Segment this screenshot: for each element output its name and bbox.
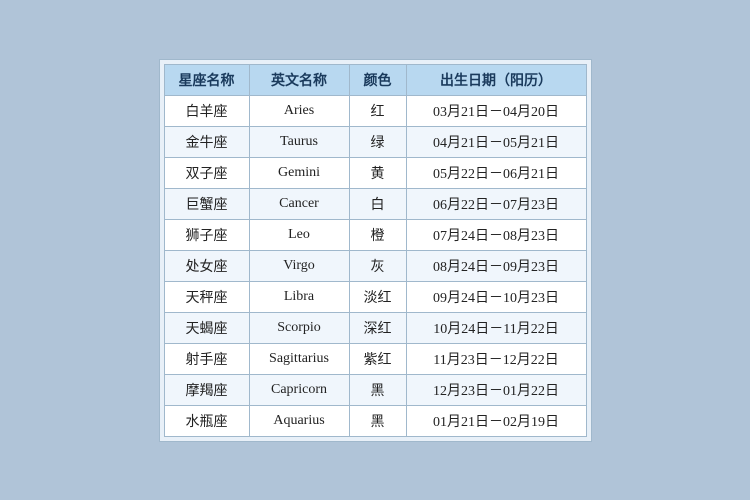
cell-zh: 双子座	[164, 157, 249, 188]
cell-zh: 摩羯座	[164, 374, 249, 405]
cell-date: 08月24日－09月23日	[406, 250, 586, 281]
cell-en: Gemini	[249, 157, 349, 188]
cell-en: Libra	[249, 281, 349, 312]
cell-zh: 金牛座	[164, 126, 249, 157]
cell-color: 黑	[349, 405, 406, 436]
zodiac-table-container: 星座名称 英文名称 颜色 出生日期（阳历） 白羊座Aries红03月21日－04…	[159, 59, 592, 442]
cell-date: 06月22日－07月23日	[406, 188, 586, 219]
cell-en: Aquarius	[249, 405, 349, 436]
cell-color: 灰	[349, 250, 406, 281]
cell-zh: 狮子座	[164, 219, 249, 250]
cell-en: Sagittarius	[249, 343, 349, 374]
cell-en: Capricorn	[249, 374, 349, 405]
cell-date: 01月21日－02月19日	[406, 405, 586, 436]
cell-date: 05月22日－06月21日	[406, 157, 586, 188]
table-row: 双子座Gemini黄05月22日－06月21日	[164, 157, 586, 188]
cell-zh: 天蝎座	[164, 312, 249, 343]
header-en: 英文名称	[249, 64, 349, 95]
cell-en: Taurus	[249, 126, 349, 157]
cell-color: 淡红	[349, 281, 406, 312]
cell-color: 紫红	[349, 343, 406, 374]
table-row: 巨蟹座Cancer白06月22日－07月23日	[164, 188, 586, 219]
table-row: 处女座Virgo灰08月24日－09月23日	[164, 250, 586, 281]
cell-en: Cancer	[249, 188, 349, 219]
cell-date: 07月24日－08月23日	[406, 219, 586, 250]
cell-color: 绿	[349, 126, 406, 157]
cell-color: 红	[349, 95, 406, 126]
cell-color: 橙	[349, 219, 406, 250]
cell-en: Virgo	[249, 250, 349, 281]
cell-date: 10月24日－11月22日	[406, 312, 586, 343]
cell-zh: 水瓶座	[164, 405, 249, 436]
table-row: 水瓶座Aquarius黑01月21日－02月19日	[164, 405, 586, 436]
table-row: 天秤座Libra淡红09月24日－10月23日	[164, 281, 586, 312]
cell-zh: 巨蟹座	[164, 188, 249, 219]
header-date: 出生日期（阳历）	[406, 64, 586, 95]
cell-zh: 射手座	[164, 343, 249, 374]
table-header-row: 星座名称 英文名称 颜色 出生日期（阳历）	[164, 64, 586, 95]
cell-color: 白	[349, 188, 406, 219]
header-color: 颜色	[349, 64, 406, 95]
cell-zh: 处女座	[164, 250, 249, 281]
table-row: 金牛座Taurus绿04月21日－05月21日	[164, 126, 586, 157]
cell-color: 黄	[349, 157, 406, 188]
table-row: 白羊座Aries红03月21日－04月20日	[164, 95, 586, 126]
table-row: 摩羯座Capricorn黑12月23日－01月22日	[164, 374, 586, 405]
cell-zh: 天秤座	[164, 281, 249, 312]
table-row: 射手座Sagittarius紫红11月23日－12月22日	[164, 343, 586, 374]
cell-date: 04月21日－05月21日	[406, 126, 586, 157]
table-row: 天蝎座Scorpio深红10月24日－11月22日	[164, 312, 586, 343]
cell-en: Scorpio	[249, 312, 349, 343]
cell-date: 12月23日－01月22日	[406, 374, 586, 405]
cell-color: 深红	[349, 312, 406, 343]
cell-en: Leo	[249, 219, 349, 250]
cell-date: 09月24日－10月23日	[406, 281, 586, 312]
zodiac-table: 星座名称 英文名称 颜色 出生日期（阳历） 白羊座Aries红03月21日－04…	[164, 64, 587, 437]
cell-color: 黑	[349, 374, 406, 405]
cell-date: 11月23日－12月22日	[406, 343, 586, 374]
header-zh: 星座名称	[164, 64, 249, 95]
cell-zh: 白羊座	[164, 95, 249, 126]
table-row: 狮子座Leo橙07月24日－08月23日	[164, 219, 586, 250]
cell-date: 03月21日－04月20日	[406, 95, 586, 126]
cell-en: Aries	[249, 95, 349, 126]
